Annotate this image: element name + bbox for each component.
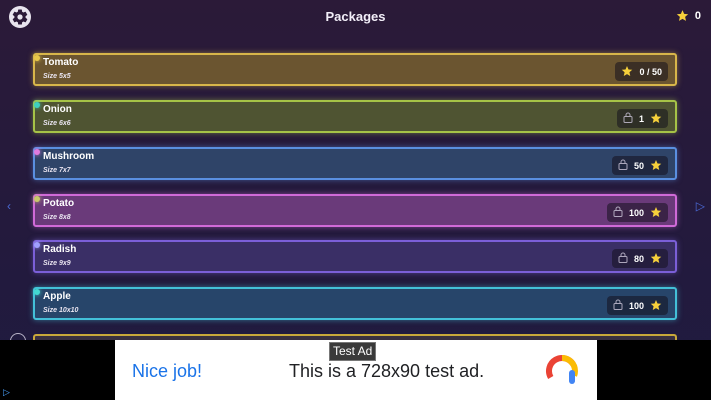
package-name: Apple [43, 291, 71, 302]
package-progress-badge: 100 [606, 203, 668, 222]
package-size: Size 5x5 [43, 73, 71, 80]
package-progress: 50 [633, 160, 644, 171]
package-progress: 0 / 50 [639, 66, 662, 77]
package-name: Tomato [43, 57, 79, 68]
package-progress: 100 [628, 300, 644, 311]
package-size: Size 9x9 [43, 260, 71, 267]
lock-icon [623, 112, 633, 125]
adchoices-icon[interactable]: ▷ [3, 387, 10, 398]
package-progress: 80 [633, 253, 644, 264]
prev-page-arrow-icon[interactable]: ‹ [7, 199, 11, 213]
ad-text[interactable]: This is a 728x90 test ad. [289, 361, 484, 382]
top-bar: Packages 0 [0, 0, 711, 34]
package-size: Size 6x6 [43, 120, 71, 127]
star-icon [676, 10, 689, 21]
package-progress-badge: 1 [616, 109, 668, 128]
package-row[interactable]: Potato Size 8x8 100 [33, 194, 677, 227]
package-row[interactable]: Tomato Size 5x5 0 / 50 [33, 53, 677, 86]
package-row[interactable]: Apple Size 10x10 100 [33, 287, 677, 320]
package-progress: 1 [638, 113, 644, 124]
package-progress: 100 [628, 207, 644, 218]
package-progress-badge: 0 / 50 [615, 62, 668, 81]
next-page-arrow-icon[interactable]: ▷ [696, 199, 705, 213]
lock-icon [613, 299, 623, 312]
package-row[interactable]: Onion Size 6x6 1 [33, 100, 677, 133]
package-row[interactable]: Radish Size 9x9 80 [33, 240, 677, 273]
package-name: Radish [43, 244, 77, 255]
package-dot-icon [34, 289, 40, 295]
star-icon [650, 159, 662, 173]
ad-logo-icon[interactable] [545, 354, 579, 388]
package-size: Size 7x7 [43, 167, 71, 174]
lock-icon [618, 252, 628, 265]
star-icon [650, 252, 662, 266]
page-title: Packages [325, 9, 386, 24]
ad-tag-label: Test Ad [329, 342, 377, 361]
package-size: Size 10x10 [43, 307, 79, 314]
package-dot-icon [34, 149, 40, 155]
star-icon [650, 299, 662, 313]
package-dot-icon [34, 55, 40, 61]
star-total: 0 [676, 9, 701, 22]
package-dot-icon [34, 196, 40, 202]
star-icon [621, 65, 633, 79]
star-total-count: 0 [694, 9, 701, 22]
package-size: Size 8x8 [43, 214, 71, 221]
package-progress-badge: 80 [611, 249, 668, 268]
package-dot-icon [34, 102, 40, 108]
package-dot-icon [34, 242, 40, 248]
ad-headline[interactable]: Nice job! [132, 361, 202, 382]
package-name: Mushroom [43, 151, 95, 162]
lock-icon [613, 206, 623, 219]
package-progress-badge: 100 [606, 296, 668, 315]
package-name: Onion [43, 104, 72, 115]
lock-icon [618, 159, 628, 172]
package-row[interactable]: Mushroom Size 7x7 50 [33, 147, 677, 180]
star-icon [650, 206, 662, 220]
star-icon [650, 112, 662, 126]
package-name: Potato [43, 198, 75, 209]
package-progress-badge: 50 [611, 156, 668, 175]
